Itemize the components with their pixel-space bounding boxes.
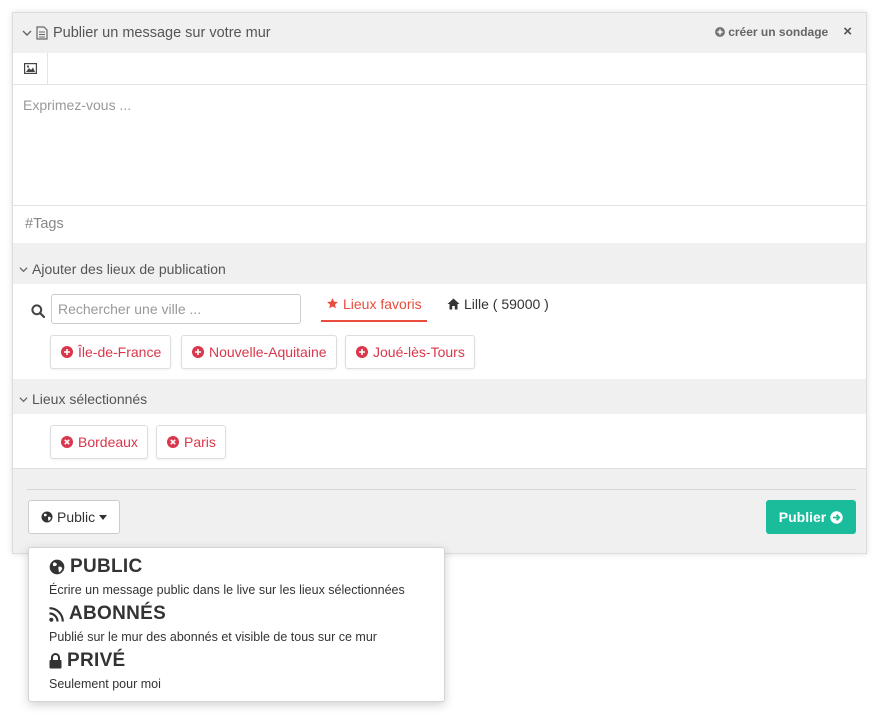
publish-button[interactable]: Publier: [766, 500, 856, 534]
plus-circle-icon: [192, 346, 204, 358]
selected-places-header[interactable]: Lieux sélectionnés: [13, 379, 866, 419]
plus-circle-icon: [715, 27, 726, 37]
option-title: ABONNÉS: [69, 603, 167, 624]
visibility-label: Public: [57, 509, 96, 525]
create-poll-label: créer un sondage: [728, 25, 829, 39]
selected-place-label: Paris: [184, 434, 216, 450]
chevron-down-icon: [19, 396, 28, 402]
add-places-title: Ajouter des lieux de publication: [32, 261, 226, 277]
suggestion-chip[interactable]: Nouvelle-Aquitaine: [181, 335, 337, 369]
selected-place-chip[interactable]: Paris: [156, 425, 226, 459]
suggestion-label: Joué-lès-Tours: [373, 344, 465, 360]
add-places-header[interactable]: Ajouter des lieux de publication: [13, 249, 866, 289]
visibility-dropdown-menu: PUBLIC Écrire un message public dans le …: [28, 547, 445, 702]
globe-icon: [41, 511, 53, 523]
option-title: PRIVÉ: [67, 650, 126, 671]
tab-home-city[interactable]: Lille ( 59000 ): [447, 296, 549, 312]
tab-home-label: Lille ( 59000 ): [464, 296, 549, 312]
city-search-input[interactable]: [51, 294, 301, 324]
globe-icon: [49, 559, 65, 575]
suggestion-label: Nouvelle-Aquitaine: [209, 344, 327, 360]
suggestion-chip[interactable]: Joué-lès-Tours: [345, 335, 475, 369]
places-picker: Lieux favoris Lille ( 59000 ) Île-de-Fra…: [13, 284, 866, 379]
document-icon: [36, 26, 48, 40]
insert-image-button[interactable]: [13, 53, 48, 84]
composer-header[interactable]: Publier un message sur votre mur créer u…: [13, 13, 866, 53]
option-description: Écrire un message public dans le live su…: [49, 583, 405, 597]
lock-icon: [49, 653, 62, 669]
editor-toolbar: [13, 53, 866, 85]
chevron-down-icon: [22, 30, 32, 36]
image-icon: [23, 63, 37, 74]
composer-title: Publier un message sur votre mur: [53, 25, 271, 41]
post-composer-panel: Publier un message sur votre mur créer u…: [12, 12, 867, 554]
publish-label: Publier: [778, 509, 827, 525]
rss-icon: [49, 606, 64, 622]
search-icon: [31, 304, 45, 318]
suggestion-label: Île-de-France: [78, 344, 162, 360]
option-description: Seulement pour moi: [49, 677, 161, 691]
selected-places-title: Lieux sélectionnés: [32, 391, 148, 407]
star-icon: [327, 298, 338, 309]
selected-place-chip[interactable]: Bordeaux: [50, 425, 148, 459]
option-description: Publié sur le mur des abonnés et visible…: [49, 630, 377, 644]
suggestion-chip[interactable]: Île-de-France: [50, 335, 172, 369]
tab-favorite-places[interactable]: Lieux favoris: [321, 292, 427, 322]
caret-down-icon: [99, 514, 108, 520]
plus-circle-icon: [356, 346, 368, 358]
remove-circle-icon: [61, 436, 73, 448]
visibility-option-subscribers[interactable]: ABONNÉS Publié sur le mur des abonnés et…: [49, 603, 439, 644]
selected-places-list: Bordeaux Paris: [13, 414, 866, 469]
home-icon: [447, 298, 460, 310]
arrow-circle-right-icon: [830, 510, 843, 524]
tab-favorite-label: Lieux favoris: [343, 296, 422, 312]
chevron-down-icon: [19, 266, 28, 272]
remove-circle-icon: [167, 436, 179, 448]
option-title: PUBLIC: [70, 556, 143, 577]
create-poll-link[interactable]: créer un sondage: [715, 25, 828, 39]
visibility-option-private[interactable]: PRIVÉ Seulement pour moi: [49, 650, 439, 691]
close-icon[interactable]: ×: [843, 24, 852, 39]
visibility-dropdown-button[interactable]: Public: [28, 500, 120, 534]
footer-divider: [27, 489, 856, 490]
message-textarea[interactable]: Exprimez-vous ...: [13, 85, 866, 206]
tags-input[interactable]: #Tags: [13, 206, 866, 243]
visibility-option-public[interactable]: PUBLIC Écrire un message public dans le …: [49, 556, 439, 597]
selected-place-label: Bordeaux: [78, 434, 138, 450]
plus-circle-icon: [61, 346, 73, 358]
